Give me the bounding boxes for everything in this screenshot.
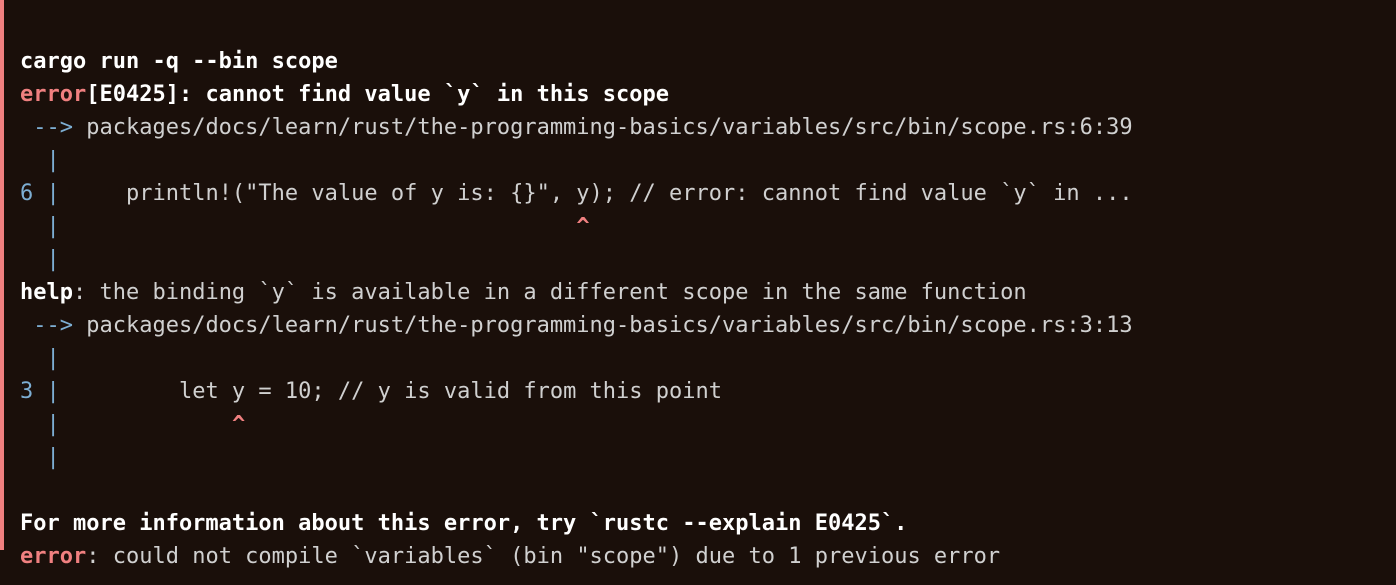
location-2: --> packages/docs/learn/rust/the-program… xyxy=(20,313,1133,338)
error-colon: : xyxy=(179,82,206,107)
caret-marker: ^ xyxy=(232,412,245,437)
gutter-pipe: | xyxy=(20,247,60,272)
gutter-pipe: | xyxy=(20,412,60,437)
source-line-3: 3 | let y = 10; // y is valid from this … xyxy=(20,379,722,404)
arrow-indicator: --> xyxy=(20,115,86,140)
arrow-indicator: --> xyxy=(20,313,86,338)
error-tag: error xyxy=(20,82,86,107)
caret-spaces xyxy=(60,214,577,239)
gutter-pipe: | xyxy=(47,181,60,206)
terminal-output: cargo run -q --bin scope error[E0425]: c… xyxy=(4,0,1396,585)
help-line: help: the binding `y` is available in a … xyxy=(20,280,1027,305)
footer-info: For more information about this error, t… xyxy=(20,511,907,536)
gutter-pipe: | xyxy=(20,148,60,173)
error-line: error[E0425]: cannot find value `y` in t… xyxy=(20,82,669,107)
error-tag: error xyxy=(20,544,86,569)
code-line-6: println!("The value of y is: {}", y); //… xyxy=(60,181,1133,206)
gutter-pipe: | xyxy=(20,346,60,371)
gutter-pipe: | xyxy=(20,214,60,239)
help-tag: help xyxy=(20,280,73,305)
gutter-pipe: | xyxy=(20,445,60,470)
final-colon: : xyxy=(86,544,113,569)
caret-line-1: | ^ xyxy=(20,214,590,239)
help-message: the binding `y` is available in a differ… xyxy=(99,280,1026,305)
gutter-pipe: | xyxy=(47,379,60,404)
final-error-line: error: could not compile `variables` (bi… xyxy=(20,544,1000,569)
line-number-6: 6 xyxy=(20,181,47,206)
error-message: cannot find value `y` in this scope xyxy=(205,82,669,107)
help-colon: : xyxy=(73,280,100,305)
code-line-3: let y = 10; // y is valid from this poin… xyxy=(60,379,722,404)
file-path-2: packages/docs/learn/rust/the-programming… xyxy=(86,313,1132,338)
command-line: cargo run -q --bin scope xyxy=(20,49,338,74)
final-error-message: could not compile `variables` (bin "scop… xyxy=(113,544,1000,569)
source-line-6: 6 | println!("The value of y is: {}", y)… xyxy=(20,181,1133,206)
file-path-1: packages/docs/learn/rust/the-programming… xyxy=(86,115,1132,140)
caret-spaces xyxy=(60,412,232,437)
error-code: [E0425] xyxy=(86,82,179,107)
line-number-3: 3 xyxy=(20,379,47,404)
location-1: --> packages/docs/learn/rust/the-program… xyxy=(20,115,1133,140)
caret-marker: ^ xyxy=(576,214,589,239)
caret-line-2: | ^ xyxy=(20,412,245,437)
